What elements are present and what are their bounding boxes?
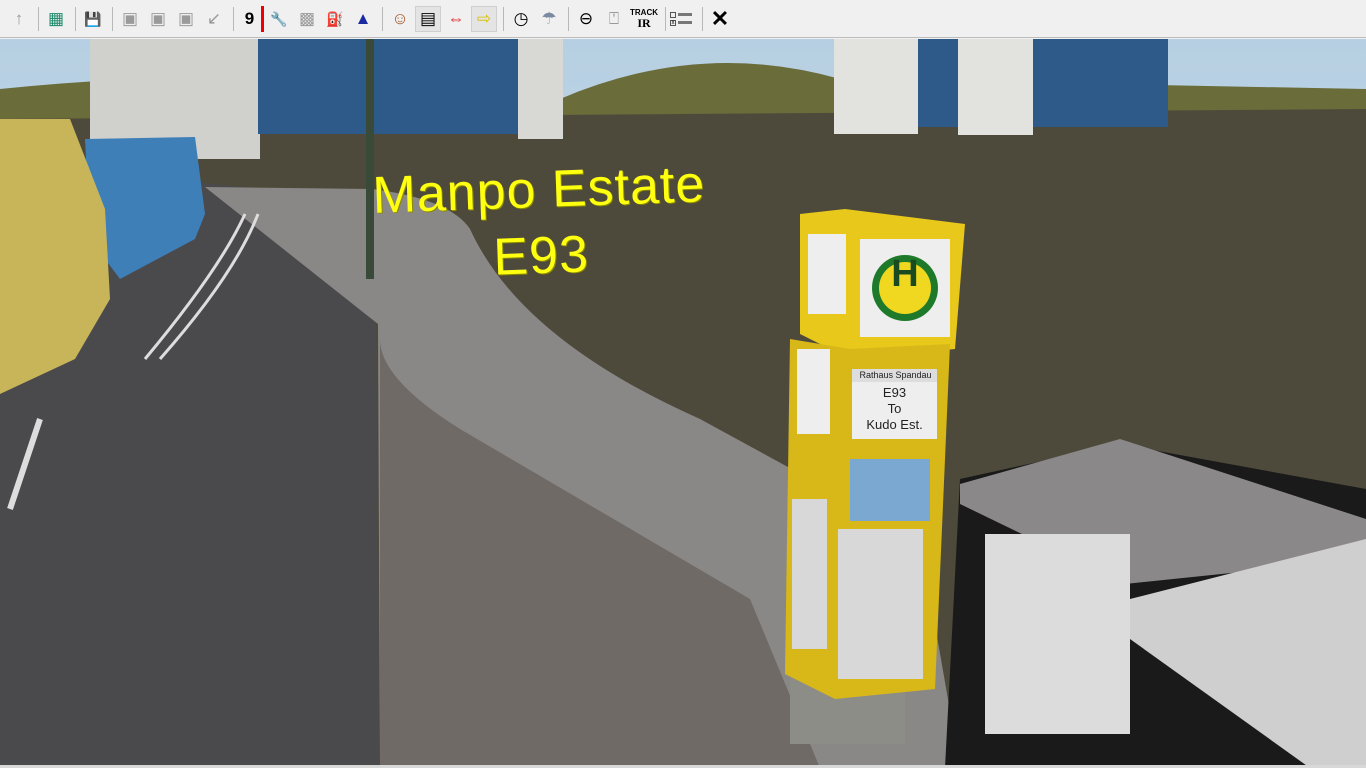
separator	[702, 6, 703, 31]
destination-panel-side	[797, 349, 830, 434]
mouse-icon[interactable]: ⍞	[601, 6, 627, 32]
close-icon[interactable]: ✕	[707, 6, 733, 32]
driver-icon[interactable]: ☺	[387, 6, 413, 32]
building-right-white	[834, 39, 918, 134]
cap-icon[interactable]: ▲	[350, 6, 376, 32]
trackir-button[interactable]: TRACK IR	[629, 6, 659, 32]
separator	[233, 6, 234, 31]
up-arrow-icon[interactable]: ↑	[6, 6, 32, 32]
toolbar: ↑ ▦ 💾 ▣ ▣ ▣ ↙ 9 🔧 ▩ ⛽ ▲ ☺ ▤ ⇔ ⇨ ◷ ☂ ⊖ ⍞ …	[0, 0, 1366, 38]
separator	[503, 6, 504, 31]
separator	[75, 6, 76, 31]
help-arrow-icon[interactable]: ⇨	[471, 5, 497, 32]
h-symbol: H	[891, 253, 919, 295]
building-blue	[258, 39, 520, 134]
weather-icon[interactable]: ☂	[536, 6, 562, 32]
stop-announcement-overlay: Manpo Estate E93	[298, 149, 782, 298]
pc-driver-switch-icon[interactable]: ⇔	[443, 6, 469, 32]
separator	[38, 6, 39, 31]
clock-icon[interactable]: ◷	[508, 6, 534, 32]
fuel-icon[interactable]: ⛽	[322, 6, 348, 32]
3d-viewport[interactable]: H Rathaus Spandau E93 To Kudo Est. Manpo…	[0, 39, 1366, 768]
save-icon[interactable]: 💾	[80, 6, 106, 32]
wrench-icon[interactable]: 🔧	[266, 6, 292, 32]
advert-panel	[850, 459, 930, 521]
timetable-panel-side	[792, 499, 827, 649]
separator	[112, 6, 113, 31]
view-mode-checkboxes: x	[670, 11, 698, 26]
checkbox-option-1[interactable]	[670, 11, 698, 18]
stop-station-label: Rathaus Spandau	[859, 370, 932, 380]
scene-render	[0, 39, 1366, 768]
stop-route-label: E93	[882, 385, 907, 400]
steering-icon[interactable]: ⊖	[573, 6, 599, 32]
separator	[382, 6, 383, 31]
timetable-panel	[838, 529, 923, 679]
shelter-panel	[985, 534, 1130, 734]
stop-destination-label: Kudo Est.	[866, 417, 923, 432]
separator	[568, 6, 569, 31]
checkbox-option-2[interactable]: x	[670, 19, 698, 26]
h-panel-side	[808, 234, 846, 314]
trackir-label-bottom: IR	[637, 15, 651, 30]
timetable-icon[interactable]: ▤	[415, 5, 441, 32]
map-icon[interactable]: ▦	[43, 6, 69, 32]
new-bus-icon[interactable]: ▣	[117, 6, 143, 32]
building-end	[518, 39, 563, 139]
bus-frame-icon[interactable]: ▣	[173, 6, 199, 32]
stop-to-label: To	[887, 401, 902, 416]
resize-bus-icon[interactable]: ▣	[145, 6, 171, 32]
separator	[665, 6, 666, 31]
pointer-icon[interactable]: ↙	[201, 6, 227, 32]
building-right-core	[958, 39, 1033, 135]
line-number-icon[interactable]: 9	[238, 5, 264, 32]
building-right-blue	[918, 39, 1168, 127]
chip-icon[interactable]: ▩	[294, 6, 320, 32]
